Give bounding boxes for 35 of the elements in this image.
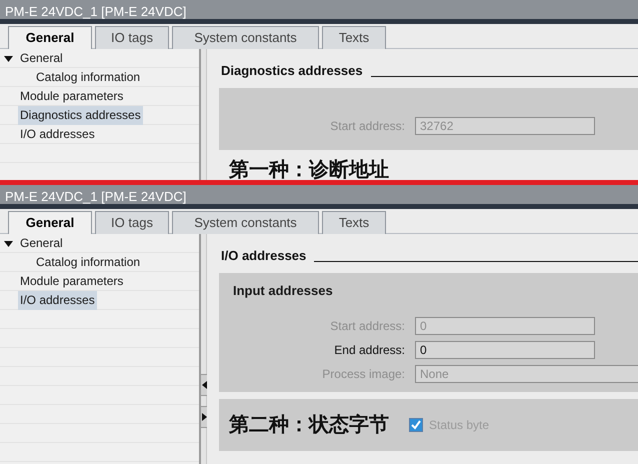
- nav-item[interactable]: I/O addresses: [18, 125, 97, 144]
- nav-item[interactable]: General: [18, 234, 65, 253]
- tab[interactable]: Texts: [322, 26, 386, 49]
- tab[interactable]: IO tags: [95, 211, 169, 234]
- splitter-bar[interactable]: [199, 234, 207, 464]
- annotation-text: 第一种：诊断地址: [228, 158, 390, 180]
- field-label: Start address:: [329, 318, 406, 335]
- panel-title: PM-E 24VDC_1 [PM-E 24VDC]: [0, 185, 638, 209]
- group-heading: Input addresses: [232, 282, 334, 300]
- tab[interactable]: System constants: [172, 211, 319, 234]
- left-arrow-icon: [202, 381, 206, 389]
- panel-title: PM-E 24VDC_1 [PM-E 24VDC]: [0, 0, 638, 24]
- right-arrow-icon: [202, 413, 206, 421]
- nav-item[interactable]: Catalog information: [34, 68, 142, 87]
- input-field[interactable]: 0: [415, 341, 595, 359]
- nav-item[interactable]: I/O addresses: [18, 291, 97, 310]
- tab[interactable]: General: [8, 26, 92, 50]
- field-label: Process image:: [321, 366, 406, 383]
- nav-item[interactable]: Diagnostics addresses: [18, 106, 143, 125]
- nav-item[interactable]: Module parameters: [18, 272, 126, 291]
- nav-item[interactable]: Catalog information: [34, 253, 142, 272]
- tab[interactable]: Texts: [322, 211, 386, 234]
- tab[interactable]: General: [8, 211, 92, 235]
- section-heading: I/O addresses: [221, 247, 306, 265]
- section-heading: Diagnostics addresses: [221, 62, 363, 80]
- tab[interactable]: System constants: [172, 26, 319, 49]
- field-label: Start address:: [329, 118, 406, 134]
- annotation-text: 第二种：状态字节: [228, 412, 389, 438]
- nav-item[interactable]: General: [18, 49, 65, 68]
- collapse-button[interactable]: [201, 374, 207, 396]
- tab[interactable]: IO tags: [95, 26, 169, 49]
- nav-item[interactable]: Module parameters: [18, 87, 126, 106]
- checkbox[interactable]: [409, 418, 423, 432]
- field-label: End address:: [333, 342, 406, 359]
- expand-button[interactable]: [201, 406, 207, 428]
